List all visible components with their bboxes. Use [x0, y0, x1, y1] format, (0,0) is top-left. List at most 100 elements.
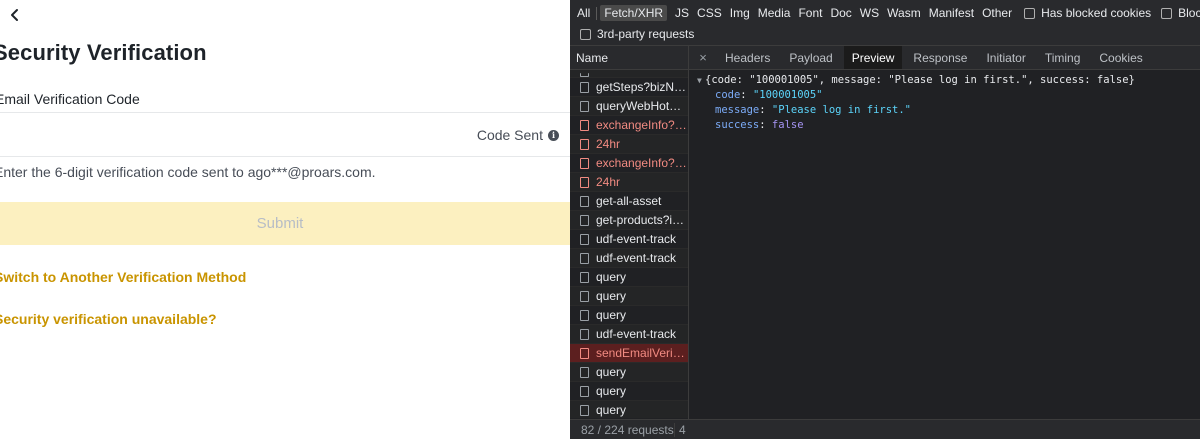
- tab-initiator[interactable]: Initiator: [978, 46, 1033, 69]
- tab-timing[interactable]: Timing: [1037, 46, 1089, 69]
- filter-ws[interactable]: WS: [860, 6, 879, 20]
- request-row[interactable]: exchangeInfo?s...: [570, 116, 688, 135]
- expand-triangle-icon[interactable]: ▼: [697, 73, 705, 88]
- tab-headers[interactable]: Headers: [717, 46, 778, 69]
- file-icon: [580, 347, 589, 359]
- request-name: 24hr: [596, 137, 621, 151]
- verification-page: Security Verification Email Verification…: [0, 0, 570, 439]
- file-icon: [580, 176, 589, 188]
- request-row[interactable]: queryWebHotFu...: [570, 97, 688, 116]
- json-key: code: [715, 89, 741, 101]
- file-icon: [580, 309, 589, 321]
- request-name: exchangeInfo?s...: [596, 156, 688, 170]
- network-status-bar: 82 / 224 requests 4: [570, 419, 1200, 439]
- request-name: get-all-asset: [596, 194, 662, 208]
- request-name: getSteps?bizNo...: [596, 80, 688, 94]
- has-blocked-cookies-checkbox[interactable]: Has blocked cookies: [1024, 6, 1151, 20]
- checkbox-box: [1161, 7, 1173, 19]
- preview-summary: {code: "100001005", message: "Please log…: [705, 74, 1135, 86]
- request-name: udf-event-track: [596, 232, 677, 246]
- verification-hint: Enter the 6-digit verification code sent…: [0, 164, 376, 180]
- preview-success-row: success: false: [715, 119, 804, 131]
- checkbox-label: Has blocked cookies: [1041, 6, 1152, 20]
- request-row[interactable]: query: [570, 382, 688, 401]
- name-column-header[interactable]: Name: [570, 46, 688, 70]
- request-name: query: [596, 289, 627, 303]
- network-filter-bar: All Fetch/XHR JS CSS Img Media Font Doc …: [570, 0, 1200, 46]
- request-row[interactable]: get-all-asset: [570, 192, 688, 211]
- json-key: success: [715, 119, 760, 131]
- request-row[interactable]: query: [570, 287, 688, 306]
- request-name: udf-event-track: [596, 327, 677, 341]
- request-row[interactable]: udf-event-track: [570, 249, 688, 268]
- info-icon[interactable]: i: [548, 129, 559, 141]
- request-list[interactable]: getSteps?bizNo... queryWebHotFu... exchang…: [570, 70, 688, 418]
- request-row[interactable]: query: [570, 268, 688, 287]
- request-name: queryWebHotFu...: [596, 99, 688, 113]
- preview-message-row: message: "Please log in first.": [715, 104, 911, 116]
- request-name: query: [596, 403, 627, 417]
- tab-payload[interactable]: Payload: [781, 46, 840, 69]
- transfer-size: 4: [674, 422, 686, 437]
- request-row[interactable]: exchangeInfo?s...: [570, 154, 688, 173]
- filter-all[interactable]: All: [577, 6, 590, 20]
- request-name: udf-event-track: [596, 251, 677, 265]
- code-sent-indicator[interactable]: Code Sent i: [477, 127, 559, 143]
- request-row-partial[interactable]: [570, 70, 688, 78]
- filter-other[interactable]: Other: [982, 6, 1012, 20]
- filter-doc[interactable]: Doc: [830, 6, 851, 20]
- filter-media[interactable]: Media: [758, 6, 791, 20]
- switch-verification-link[interactable]: Switch to Another Verification Method: [0, 269, 246, 285]
- tab-preview[interactable]: Preview: [843, 46, 903, 69]
- file-icon: [580, 119, 589, 131]
- request-name: query: [596, 384, 627, 398]
- request-row[interactable]: query: [570, 363, 688, 382]
- request-row[interactable]: 24hr: [570, 135, 688, 154]
- request-row[interactable]: getSteps?bizNo...: [570, 78, 688, 97]
- request-row[interactable]: 24hr: [570, 173, 688, 192]
- file-icon: [580, 73, 589, 77]
- request-row[interactable]: query: [570, 306, 688, 325]
- request-row[interactable]: query: [570, 401, 688, 418]
- third-party-checkbox[interactable]: 3rd-party requests: [580, 27, 694, 41]
- json-string-value: "100001005": [752, 89, 823, 101]
- filter-divider: [596, 6, 598, 20]
- request-name: query: [596, 308, 627, 322]
- filter-js[interactable]: JS: [675, 6, 689, 20]
- file-icon: [580, 157, 589, 169]
- tab-response[interactable]: Response: [905, 46, 975, 69]
- request-name-column: Name getSteps?bizNo... queryWebHotFu... ex…: [570, 46, 689, 439]
- request-row[interactable]: get-products?in...: [570, 211, 688, 230]
- filter-wasm[interactable]: Wasm: [887, 6, 921, 20]
- back-button[interactable]: [6, 4, 24, 26]
- filter-font[interactable]: Font: [798, 6, 822, 20]
- file-icon: [580, 328, 589, 340]
- request-count: 82 / 224 requests: [581, 422, 674, 437]
- preview-code-row: code: "100001005": [715, 89, 823, 101]
- file-icon: [580, 214, 589, 226]
- filter-manifest[interactable]: Manifest: [929, 6, 974, 20]
- request-row[interactable]: sendEmailVerify...: [570, 344, 688, 363]
- verification-unavailable-link[interactable]: Security verification unavailable?: [0, 311, 217, 327]
- tab-cookies[interactable]: Cookies: [1091, 46, 1150, 69]
- request-row[interactable]: udf-event-track: [570, 230, 688, 249]
- request-name: get-products?in...: [596, 213, 688, 227]
- filter-fetch-xhr[interactable]: Fetch/XHR: [600, 5, 668, 21]
- preview-summary-row[interactable]: ▼ {code: "100001005", message: "Please lo…: [697, 73, 1200, 88]
- json-string-value: "Please log in first.": [771, 104, 911, 116]
- email-code-input[interactable]: Code Sent i: [0, 112, 570, 157]
- close-icon[interactable]: ×: [689, 46, 717, 69]
- page-title: Security Verification: [0, 40, 207, 65]
- file-icon: [580, 404, 589, 416]
- file-icon: [580, 81, 589, 93]
- blocked-requests-checkbox[interactable]: Blocked Re: [1161, 6, 1200, 20]
- submit-button[interactable]: Submit: [0, 202, 570, 245]
- json-key: message: [715, 104, 760, 116]
- json-boolean-value: false: [771, 119, 804, 131]
- filter-img[interactable]: Img: [730, 6, 750, 20]
- filter-css[interactable]: CSS: [697, 6, 722, 20]
- email-code-label: Email Verification Code: [0, 91, 140, 107]
- file-icon: [580, 100, 589, 112]
- chevron-left-icon: [11, 9, 18, 21]
- request-row[interactable]: udf-event-track: [570, 325, 688, 344]
